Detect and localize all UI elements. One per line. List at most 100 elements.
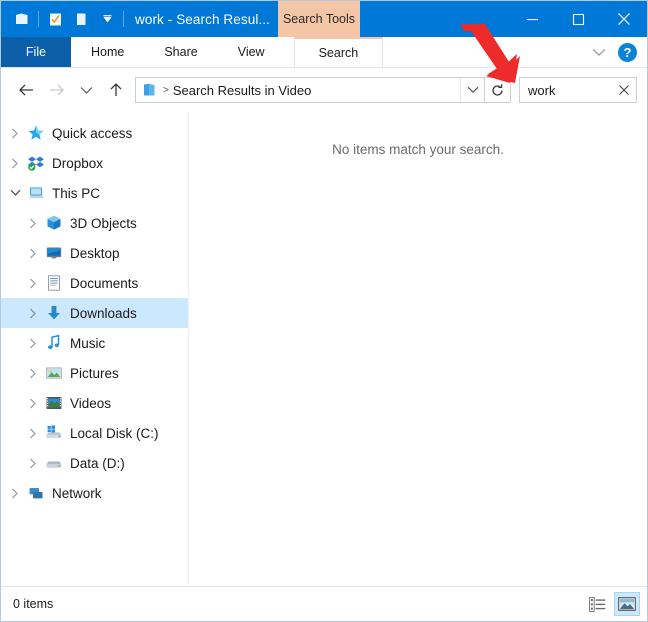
up-button[interactable]: [101, 75, 131, 105]
desktop-icon: [43, 243, 65, 263]
sidebar-item-label: 3D Objects: [70, 216, 137, 231]
quick-access-star-icon: [25, 123, 47, 143]
qat-separator-2: [123, 11, 124, 27]
documents-icon: [43, 273, 65, 293]
file-explorer-window: work - Search Resul... Search Tools File…: [0, 0, 648, 622]
recent-locations-chevron-down-icon[interactable]: [71, 75, 101, 105]
sidebar-item-music[interactable]: Music: [1, 328, 188, 358]
explorer-body: Quick access Dropbox: [1, 112, 647, 586]
back-button[interactable]: [11, 75, 41, 105]
sidebar-item-label: Data (D:): [70, 456, 125, 471]
item-count-label: 0 items: [13, 597, 53, 611]
title-bar: work - Search Resul... Search Tools: [1, 1, 647, 37]
properties-icon[interactable]: [42, 6, 68, 32]
address-dropdown-chevron-down-icon[interactable]: [460, 78, 484, 102]
expander-chevron-right-icon[interactable]: [23, 423, 43, 443]
details-view-button[interactable]: [585, 593, 609, 615]
3d-objects-icon: [43, 213, 65, 233]
sidebar-item-label: Network: [52, 486, 102, 501]
status-bar: 0 items: [1, 586, 647, 620]
tab-file[interactable]: File: [1, 37, 71, 67]
expander-chevron-right-icon[interactable]: [23, 273, 43, 293]
empty-search-message: No items match your search.: [189, 142, 647, 157]
tab-search[interactable]: Search: [294, 37, 384, 67]
sidebar-item-label: Desktop: [70, 246, 120, 261]
sidebar-item-label: This PC: [52, 186, 100, 201]
sidebar-item-data-d[interactable]: Data (D:): [1, 448, 188, 478]
contextual-tab-label: Search Tools: [283, 12, 355, 26]
search-folder-icon: [136, 82, 162, 98]
ribbon-tab-strip: File Home Share View Search ?: [1, 37, 647, 68]
sidebar-item-label: Music: [70, 336, 105, 351]
view-toggle-group: [585, 587, 639, 621]
sidebar-item-label: Pictures: [70, 366, 119, 381]
videos-icon: [43, 393, 65, 413]
ribbon-collapse-chevron-down-icon[interactable]: [586, 48, 612, 57]
tab-file-label: File: [26, 45, 46, 59]
help-icon[interactable]: ?: [618, 43, 637, 62]
minimize-button[interactable]: [509, 1, 555, 37]
large-icons-view-button[interactable]: [615, 593, 639, 615]
search-box[interactable]: work: [519, 77, 637, 103]
tab-view[interactable]: View: [218, 37, 285, 67]
sidebar-item-local-disk-c[interactable]: Local Disk (C:): [1, 418, 188, 448]
expander-chevron-right-icon[interactable]: [5, 483, 25, 503]
breadcrumb-separator-icon: >: [163, 85, 169, 96]
new-folder-icon[interactable]: [68, 6, 94, 32]
data-disk-icon: [43, 453, 65, 473]
sidebar-item-3d-objects[interactable]: 3D Objects: [1, 208, 188, 238]
sidebar-item-quick-access[interactable]: Quick access: [1, 118, 188, 148]
dropbox-icon: [25, 153, 47, 173]
search-input[interactable]: work: [528, 83, 612, 98]
breadcrumb-path[interactable]: Search Results in Video: [173, 83, 460, 98]
sidebar-item-label: Quick access: [52, 126, 132, 141]
sidebar-item-label: Dropbox: [52, 156, 103, 171]
close-button[interactable]: [601, 1, 647, 37]
expander-chevron-down-icon[interactable]: [5, 183, 25, 203]
local-disk-icon: [43, 423, 65, 443]
tab-home[interactable]: Home: [71, 37, 144, 67]
tab-share[interactable]: Share: [144, 37, 217, 67]
expander-chevron-right-icon[interactable]: [23, 303, 43, 323]
maximize-button[interactable]: [555, 1, 601, 37]
sidebar-item-desktop[interactable]: Desktop: [1, 238, 188, 268]
expander-chevron-right-icon[interactable]: [23, 333, 43, 353]
expander-chevron-right-icon[interactable]: [23, 213, 43, 233]
sidebar-item-videos[interactable]: Videos: [1, 388, 188, 418]
navigation-pane: Quick access Dropbox: [1, 112, 189, 586]
sidebar-item-pictures[interactable]: Pictures: [1, 358, 188, 388]
contextual-tab-search-tools[interactable]: Search Tools: [278, 1, 360, 37]
quick-access-toolbar: [1, 1, 127, 37]
expander-chevron-right-icon[interactable]: [23, 363, 43, 383]
tab-search-label: Search: [319, 46, 359, 60]
expander-chevron-right-icon[interactable]: [23, 393, 43, 413]
music-icon: [43, 333, 65, 353]
help-label: ?: [624, 45, 632, 60]
downloads-icon: [43, 303, 65, 323]
sidebar-item-network[interactable]: Network: [1, 478, 188, 508]
sidebar-item-label: Videos: [70, 396, 111, 411]
sidebar-item-downloads[interactable]: Downloads: [1, 298, 188, 328]
folder-icon[interactable]: [9, 6, 35, 32]
ribbon-right-controls: ?: [586, 37, 643, 68]
expander-chevron-right-icon[interactable]: [5, 153, 25, 173]
sidebar-item-dropbox[interactable]: Dropbox: [1, 148, 188, 178]
expander-chevron-right-icon[interactable]: [23, 243, 43, 263]
sidebar-item-label: Downloads: [70, 306, 137, 321]
tab-home-label: Home: [91, 45, 124, 59]
qat-chevron-down-icon[interactable]: [94, 6, 120, 32]
forward-button: [41, 75, 71, 105]
network-icon: [25, 483, 47, 503]
expander-chevron-right-icon[interactable]: [5, 123, 25, 143]
sidebar-item-this-pc[interactable]: This PC: [1, 178, 188, 208]
sidebar-item-documents[interactable]: Documents: [1, 268, 188, 298]
this-pc-icon: [25, 183, 47, 203]
clear-search-close-icon[interactable]: [612, 84, 636, 96]
sidebar-item-label: Local Disk (C:): [70, 426, 159, 441]
expander-chevron-right-icon[interactable]: [23, 453, 43, 473]
refresh-button[interactable]: [485, 77, 511, 103]
address-bar[interactable]: > Search Results in Video: [135, 77, 485, 103]
tab-view-label: View: [238, 45, 265, 59]
file-list-pane[interactable]: No items match your search.: [189, 112, 647, 586]
pictures-icon: [43, 363, 65, 383]
